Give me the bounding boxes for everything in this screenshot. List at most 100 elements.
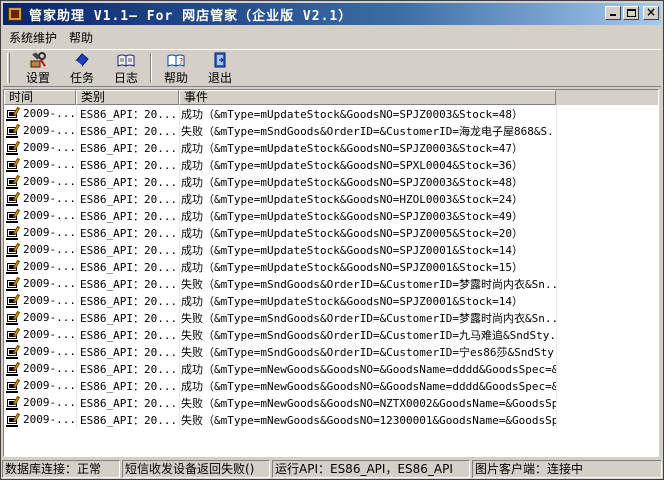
cell-time: 2009-...	[4, 242, 76, 257]
table-row[interactable]: 2009-... ES86_API：20... 成功（&mType=mUpdateS…	[4, 292, 658, 309]
exit-button[interactable]: 退出	[198, 50, 242, 85]
time-text: 2009-...	[23, 311, 76, 324]
cell-event: 失败（&mType=mNewGoods&GoodsNO=12300001&Goo…	[181, 413, 556, 427]
toolbar-grip[interactable]	[7, 53, 10, 83]
title-bar[interactable]: 管家助理 V1.1— For 网店管家（企业版 V2.1） ×	[3, 3, 661, 25]
column-divider	[556, 105, 557, 428]
task-button[interactable]: 任务	[60, 50, 104, 85]
maximize-button[interactable]	[623, 6, 639, 20]
cell-event: 失败（&mType=mNewGoods&GoodsNO=NZTX0002&Goo…	[181, 396, 556, 410]
cell-event: 成功（&mType=mUpdateStock&GoodsNO=SPJZ0003&…	[181, 175, 524, 189]
log-entry-icon	[6, 293, 21, 308]
table-row[interactable]: 2009-... ES86_API：20... 成功（&mType=mUpdateS…	[4, 105, 658, 122]
cell-category: ES86_API：20...	[80, 396, 178, 410]
table-row[interactable]: 2009-... ES86_API：20... 成功（&mType=mUpdateS…	[4, 156, 658, 173]
cell-category: ES86_API：20...	[80, 260, 178, 274]
log-entry-icon	[6, 276, 21, 291]
time-text: 2009-...	[23, 243, 76, 256]
cell-event: 成功（&mType=mUpdateStock&GoodsNO=SPXL0004&…	[181, 158, 524, 172]
cell-time: 2009-...	[4, 344, 76, 359]
log-entry-icon	[6, 344, 21, 359]
cell-event: 成功（&mType=mNewGoods&GoodsNO=&GoodsName=d…	[181, 379, 556, 393]
cell-category: ES86_API：20...	[80, 413, 178, 427]
log-label: 日志	[113, 71, 138, 85]
event-log-list[interactable]: 时间 类别 事件 2009-... ES86_API：20... 成功（&mType…	[3, 89, 659, 457]
cell-category: ES86_API：20...	[80, 192, 178, 206]
cell-time: 2009-...	[4, 259, 76, 274]
log-icon	[117, 52, 135, 68]
cell-category: ES86_API：20...	[80, 328, 178, 342]
menu-help[interactable]: 帮助	[63, 29, 99, 47]
cell-event: 成功（&mType=mUpdateStock&GoodsNO=SPJZ0001&…	[181, 243, 524, 257]
table-row[interactable]: 2009-... ES86_API：20... 失败（&mType=mNewGood…	[4, 394, 658, 411]
cell-time: 2009-...	[4, 174, 76, 189]
table-row[interactable]: 2009-... ES86_API：20... 失败（&mType=mSndGood…	[4, 309, 658, 326]
time-text: 2009-...	[23, 141, 76, 154]
help-button[interactable]: ? 帮助	[154, 50, 198, 85]
cell-event: 失败（&mType=mSndGoods&OrderID=&CustomerID=…	[181, 328, 556, 342]
log-entry-icon	[6, 327, 21, 342]
cell-event: 失败（&mType=mSndGoods&OrderID=&CustomerID=…	[181, 277, 556, 291]
table-row[interactable]: 2009-... ES86_API：20... 成功（&mType=mUpdateS…	[4, 258, 658, 275]
close-button[interactable]: ×	[643, 5, 659, 20]
cell-event: 失败（&mType=mSndGoods&OrderID=&CustomerID=…	[181, 124, 556, 138]
cell-category: ES86_API：20...	[80, 379, 178, 393]
time-text: 2009-...	[23, 413, 76, 426]
status-sms: 短信收发设备返回失败()	[122, 460, 270, 478]
cell-event: 成功（&mType=mUpdateStock&GoodsNO=SPJZ0003&…	[181, 107, 524, 121]
time-text: 2009-...	[23, 260, 76, 273]
cell-category: ES86_API：20...	[80, 226, 178, 240]
cell-category: ES86_API：20...	[80, 158, 178, 172]
log-entry-icon	[6, 412, 21, 427]
log-entry-icon	[6, 191, 21, 206]
log-entry-icon	[6, 259, 21, 274]
cell-category: ES86_API：20...	[80, 243, 178, 257]
cell-event: 成功（&mType=mUpdateStock&GoodsNO=HZOL0003&…	[181, 192, 524, 206]
minimize-icon	[610, 14, 616, 16]
window-controls: ×	[605, 5, 659, 20]
cell-category: ES86_API：20...	[80, 277, 178, 291]
log-entry-icon	[6, 310, 21, 325]
cell-event: 成功（&mType=mUpdateStock&GoodsNO=SPJZ0005&…	[181, 226, 524, 240]
window-title: 管家助理 V1.1— For 网店管家（企业版 V2.1）	[29, 8, 353, 24]
app-icon[interactable]	[7, 6, 23, 22]
settings-button[interactable]: 设置	[16, 50, 60, 85]
cell-time: 2009-...	[4, 140, 76, 155]
cell-time: 2009-...	[4, 208, 76, 223]
table-row[interactable]: 2009-... ES86_API：20... 成功（&mType=mUpdateS…	[4, 190, 658, 207]
cell-time: 2009-...	[4, 361, 76, 376]
log-entry-icon	[6, 242, 21, 257]
cell-event: 成功（&mType=mUpdateStock&GoodsNO=SPJZ0001&…	[181, 294, 524, 308]
time-text: 2009-...	[23, 277, 76, 290]
time-text: 2009-...	[23, 362, 76, 375]
time-text: 2009-...	[23, 209, 76, 222]
log-button[interactable]: 日志	[104, 50, 148, 85]
menu-system[interactable]: 系统维护	[3, 29, 63, 47]
table-row[interactable]: 2009-... ES86_API：20... 成功（&mType=mUpdateS…	[4, 207, 658, 224]
table-row[interactable]: 2009-... ES86_API：20... 失败（&mType=mNewGood…	[4, 411, 658, 428]
menu-bar: 系统维护 帮助	[3, 28, 99, 48]
table-row[interactable]: 2009-... ES86_API：20... 失败（&mType=mSndGood…	[4, 343, 658, 360]
table-row[interactable]: 2009-... ES86_API：20... 成功（&mType=mUpdateS…	[4, 139, 658, 156]
cell-event: 成功（&mType=mUpdateStock&GoodsNO=SPJZ0003&…	[181, 209, 524, 223]
log-entry-icon	[6, 106, 21, 121]
cell-time: 2009-...	[4, 412, 76, 427]
table-row[interactable]: 2009-... ES86_API：20... 成功（&mType=mNewGood…	[4, 377, 658, 394]
column-header-time[interactable]: 时间	[4, 90, 76, 105]
cell-time: 2009-...	[4, 378, 76, 393]
table-row[interactable]: 2009-... ES86_API：20... 成功（&mType=mUpdateS…	[4, 241, 658, 258]
column-header-category[interactable]: 类别	[76, 90, 179, 105]
table-row[interactable]: 2009-... ES86_API：20... 成功（&mType=mUpdateS…	[4, 173, 658, 190]
log-entry-icon	[6, 123, 21, 138]
table-row[interactable]: 2009-... ES86_API：20... 成功（&mType=mNewGood…	[4, 360, 658, 377]
table-row[interactable]: 2009-... ES86_API：20... 失败（&mType=mSndGood…	[4, 122, 658, 139]
time-text: 2009-...	[23, 124, 76, 137]
table-row[interactable]: 2009-... ES86_API：20... 成功（&mType=mUpdateS…	[4, 224, 658, 241]
log-entry-icon	[6, 157, 21, 172]
table-row[interactable]: 2009-... ES86_API：20... 失败（&mType=mSndGood…	[4, 275, 658, 292]
minimize-button[interactable]	[605, 6, 621, 20]
cell-time: 2009-...	[4, 106, 76, 121]
log-entry-icon	[6, 140, 21, 155]
table-row[interactable]: 2009-... ES86_API：20... 失败（&mType=mSndGood…	[4, 326, 658, 343]
column-header-event[interactable]: 事件	[179, 90, 556, 105]
